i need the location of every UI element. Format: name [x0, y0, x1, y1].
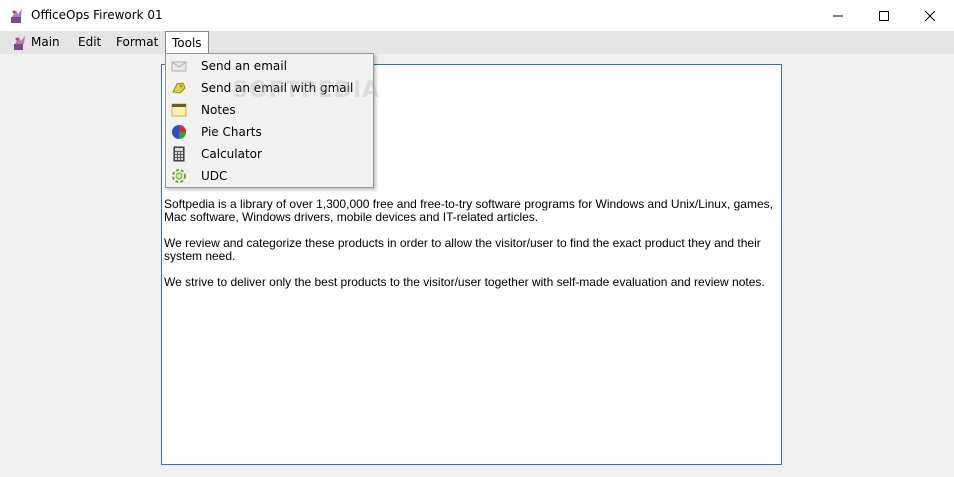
menu-item-label: Send an email — [201, 59, 287, 73]
gmail-icon — [172, 82, 186, 94]
menu-item-label: Notes — [201, 103, 236, 117]
menu-item-udc[interactable]: UDC — [166, 165, 373, 187]
pie-chart-icon — [172, 125, 186, 139]
watermark: SOFTPEDIA — [232, 78, 381, 103]
menu-edit[interactable]: Edit — [72, 31, 107, 54]
menu-bar: Main Edit Format Tools — [0, 31, 954, 54]
menu-item-pie-charts[interactable]: Pie Charts — [166, 121, 373, 143]
maximize-button[interactable] — [861, 0, 907, 31]
menu-tools-label: Tools — [172, 36, 202, 50]
firework-app-icon — [11, 9, 22, 23]
notes-icon — [171, 103, 187, 117]
paragraph: We review and categorize these products … — [164, 236, 761, 263]
udc-icon — [172, 169, 186, 183]
document-text[interactable]: Softpedia is a library of over 1,300,000… — [164, 198, 776, 302]
menu-main-label: Main — [31, 35, 60, 49]
window-title: OfficeOps Firework 01 — [31, 8, 163, 22]
tools-dropdown-menu: Send an email Send an email with gmail N… — [165, 53, 374, 188]
menu-tools[interactable]: Tools — [165, 31, 209, 54]
menu-format[interactable]: Format — [110, 31, 164, 54]
minimize-button[interactable] — [815, 0, 861, 31]
menu-edit-label: Edit — [78, 35, 102, 49]
menu-item-calculator[interactable]: Calculator — [166, 143, 373, 165]
menu-format-label: Format — [116, 35, 159, 49]
minimize-icon — [833, 15, 843, 16]
maximize-icon — [879, 10, 889, 21]
menu-item-label: Calculator — [201, 147, 262, 161]
menu-item-label: UDC — [201, 169, 228, 183]
paragraph: We strive to deliver only the best produ… — [164, 275, 765, 289]
close-button[interactable] — [907, 0, 953, 31]
close-icon — [925, 10, 935, 21]
menu-item-label: Pie Charts — [201, 125, 262, 139]
title-bar: OfficeOps Firework 01 — [0, 0, 954, 31]
paragraph: Softpedia is a library of over 1,300,000… — [164, 197, 773, 224]
email-icon — [171, 61, 187, 72]
calculator-icon — [173, 146, 185, 162]
menu-main[interactable]: Main — [6, 31, 66, 54]
firework-icon — [14, 35, 25, 50]
menu-item-send-email[interactable]: Send an email — [166, 55, 373, 77]
